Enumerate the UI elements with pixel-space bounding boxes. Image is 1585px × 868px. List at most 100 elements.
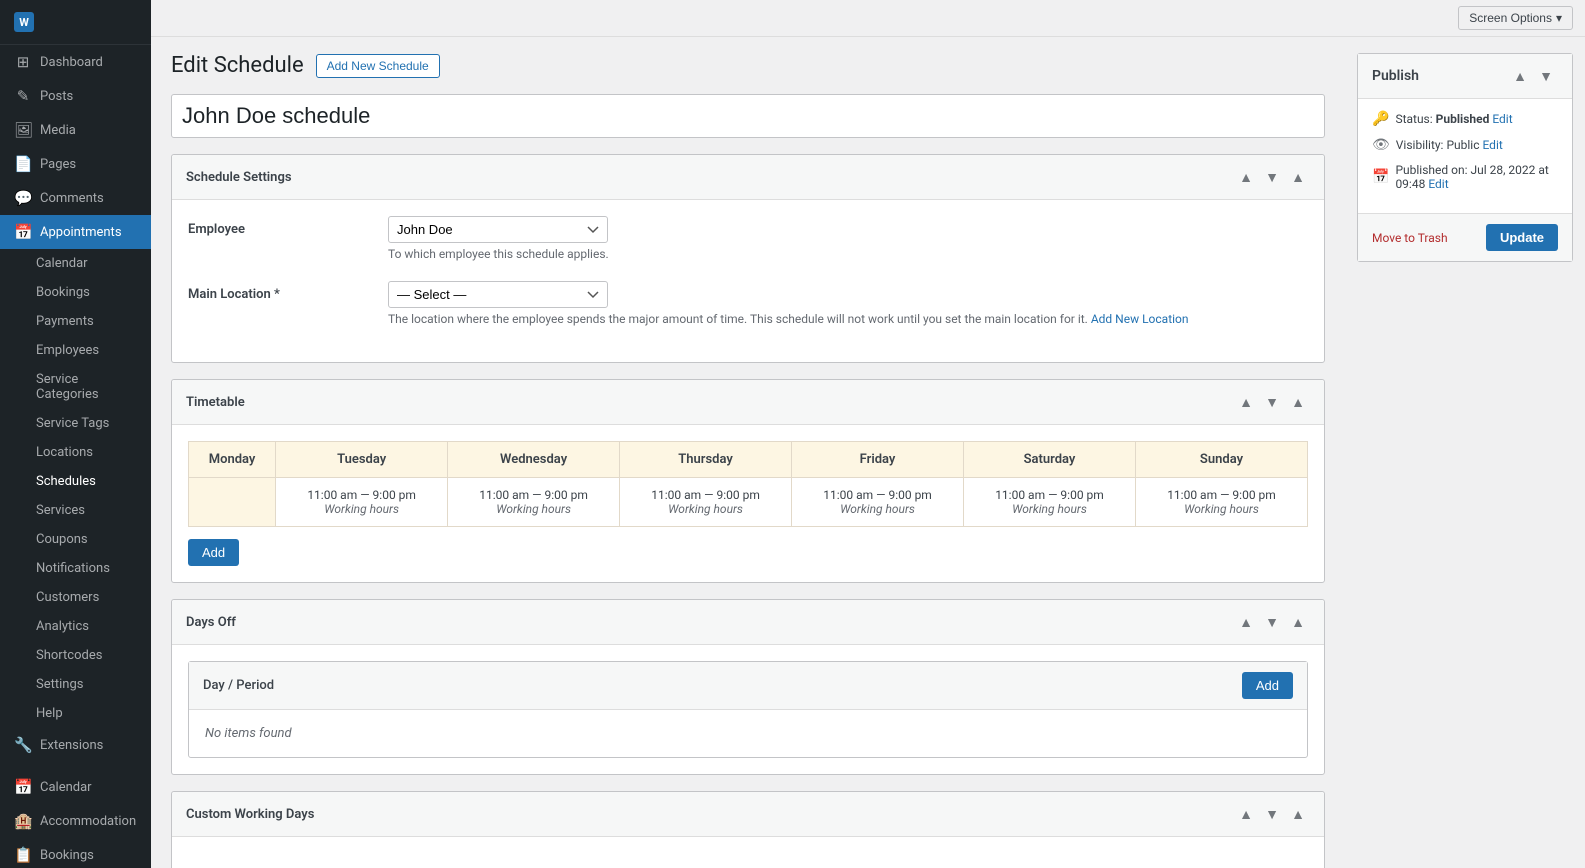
schedule-settings-collapse-up[interactable]: ▲ bbox=[1234, 165, 1258, 189]
posts-icon: ✎ bbox=[14, 87, 32, 105]
sidebar-item-dashboard[interactable]: ⊞ Dashboard bbox=[0, 45, 151, 79]
main-location-select[interactable]: — Select — bbox=[388, 281, 608, 308]
sidebar-sub-payments[interactable]: Payments bbox=[0, 307, 151, 336]
service-tags-sub-label: Service Tags bbox=[36, 416, 109, 431]
days-off-empty-message: No items found bbox=[189, 710, 1307, 757]
sidebar-item-posts[interactable]: ✎ Posts bbox=[0, 79, 151, 113]
sidebar-sub-coupons[interactable]: Coupons bbox=[0, 525, 151, 554]
timetable-add-button[interactable]: Add bbox=[188, 539, 239, 566]
day-header-sunday: Sunday bbox=[1135, 442, 1307, 478]
status-row: 🔑 Status: Published Edit bbox=[1372, 111, 1558, 127]
days-off-table: Day / Period Add No items found bbox=[188, 661, 1308, 758]
days-off-add-button[interactable]: Add bbox=[1242, 672, 1293, 699]
status-icon: 🔑 bbox=[1372, 111, 1389, 127]
published-on-row: 📅 Published on: Jul 28, 2022 at 09:48 Ed… bbox=[1372, 163, 1558, 191]
timetable-toggle[interactable]: ▲ bbox=[1286, 390, 1310, 414]
custom-working-days-header: Custom Working Days ▲ ▼ ▲ bbox=[172, 792, 1324, 837]
sidebar: W ⊞ Dashboard ✎ Posts 🖼 Media 📄 Pages 💬 … bbox=[0, 0, 151, 868]
day-header-monday: Monday bbox=[189, 442, 276, 478]
publish-panel-title: Publish bbox=[1372, 68, 1419, 84]
days-off-title: Days Off bbox=[186, 615, 1234, 630]
timetable-collapse-down[interactable]: ▼ bbox=[1260, 390, 1284, 414]
schedule-title-input[interactable] bbox=[171, 94, 1325, 138]
sidebar-sub-customers[interactable]: Customers bbox=[0, 583, 151, 612]
update-button[interactable]: Update bbox=[1486, 224, 1558, 251]
wednesday-type: Working hours bbox=[456, 502, 611, 516]
sidebar-item-label: Appointments bbox=[40, 225, 122, 240]
tuesday-type: Working hours bbox=[284, 502, 439, 516]
visibility-edit-link[interactable]: Edit bbox=[1482, 138, 1502, 152]
screen-options-button[interactable]: Screen Options ▾ bbox=[1458, 6, 1573, 30]
locations-sub-label: Locations bbox=[36, 445, 93, 460]
move-to-trash-link[interactable]: Move to Trash bbox=[1372, 231, 1448, 245]
extensions-label: Extensions bbox=[40, 738, 103, 753]
sidebar-item-extensions[interactable]: 🔧 Extensions bbox=[0, 728, 151, 762]
days-off-panel: Days Off ▲ ▼ ▲ Day / Period Add No items… bbox=[171, 599, 1325, 775]
days-off-column-label: Day / Period bbox=[203, 678, 274, 693]
sidebar-sub-service-categories[interactable]: Service Categories bbox=[0, 365, 151, 409]
top-bar: Screen Options ▾ bbox=[151, 0, 1585, 37]
publish-body: 🔑 Status: Published Edit 👁 Visibility: P… bbox=[1358, 99, 1572, 213]
wednesday-hours: 11:00 am — 9:00 pm bbox=[456, 488, 611, 502]
content-area: Edit Schedule Add New Schedule Schedule … bbox=[151, 37, 1585, 868]
coupons-sub-label: Coupons bbox=[36, 532, 88, 547]
add-new-location-link[interactable]: Add New Location bbox=[1091, 312, 1189, 326]
schedules-sub-label: Schedules bbox=[36, 474, 96, 489]
sidebar-sub-notifications[interactable]: Notifications bbox=[0, 554, 151, 583]
sidebar-sub-services[interactable]: Services bbox=[0, 496, 151, 525]
employee-select[interactable]: John Doe bbox=[388, 216, 608, 243]
timetable-title: Timetable bbox=[186, 395, 1234, 410]
sidebar-item-comments[interactable]: 💬 Comments bbox=[0, 181, 151, 215]
day-header-tuesday: Tuesday bbox=[276, 442, 448, 478]
payments-sub-label: Payments bbox=[36, 314, 94, 329]
custom-working-days-collapse-up[interactable]: ▲ bbox=[1234, 802, 1258, 826]
publish-collapse-up[interactable]: ▲ bbox=[1508, 64, 1532, 88]
days-off-controls: ▲ ▼ ▲ bbox=[1234, 610, 1310, 634]
sidebar-item-accommodation[interactable]: 🏨 Accommodation bbox=[0, 804, 151, 838]
sidebar-sub-analytics[interactable]: Analytics bbox=[0, 612, 151, 641]
friday-type: Working hours bbox=[800, 502, 955, 516]
friday-cell: 11:00 am — 9:00 pm Working hours bbox=[792, 478, 964, 527]
pages-icon: 📄 bbox=[14, 155, 32, 173]
wednesday-cell: 11:00 am — 9:00 pm Working hours bbox=[448, 478, 620, 527]
add-new-schedule-button[interactable]: Add New Schedule bbox=[316, 54, 440, 78]
schedule-settings-collapse-down[interactable]: ▼ bbox=[1260, 165, 1284, 189]
days-off-toggle[interactable]: ▲ bbox=[1286, 610, 1310, 634]
sidebar-item-media[interactable]: 🖼 Media bbox=[0, 113, 151, 147]
accommodation-label: Accommodation bbox=[40, 814, 136, 829]
main-location-field: — Select — The location where the employ… bbox=[388, 281, 1308, 326]
sidebar-sub-settings[interactable]: Settings bbox=[0, 670, 151, 699]
accommodation-icon: 🏨 bbox=[14, 812, 32, 830]
sidebar-item-bookings2[interactable]: 📋 Bookings bbox=[0, 838, 151, 868]
schedule-settings-controls: ▲ ▼ ▲ bbox=[1234, 165, 1310, 189]
sidebar-sub-help[interactable]: Help bbox=[0, 699, 151, 728]
days-off-header: Days Off ▲ ▼ ▲ bbox=[172, 600, 1324, 645]
days-off-collapse-down[interactable]: ▼ bbox=[1260, 610, 1284, 634]
sidebar-item-appointments[interactable]: 📅 Appointments bbox=[0, 215, 151, 249]
sidebar-sub-bookings[interactable]: Bookings bbox=[0, 278, 151, 307]
published-on-edit-link[interactable]: Edit bbox=[1428, 177, 1448, 191]
sidebar-sub-schedules[interactable]: Schedules bbox=[0, 467, 151, 496]
employees-sub-label: Employees bbox=[36, 343, 99, 358]
saturday-type: Working hours bbox=[972, 502, 1127, 516]
customers-sub-label: Customers bbox=[36, 590, 99, 605]
schedule-settings-toggle[interactable]: ▲ bbox=[1286, 165, 1310, 189]
comments-icon: 💬 bbox=[14, 189, 32, 207]
status-edit-link[interactable]: Edit bbox=[1492, 112, 1512, 126]
sidebar-item-pages[interactable]: 📄 Pages bbox=[0, 147, 151, 181]
sidebar-sub-service-tags[interactable]: Service Tags bbox=[0, 409, 151, 438]
sidebar-sub-employees[interactable]: Employees bbox=[0, 336, 151, 365]
sidebar-item-calendar2[interactable]: 📅 Calendar bbox=[0, 770, 151, 804]
custom-working-days-collapse-down[interactable]: ▼ bbox=[1260, 802, 1284, 826]
timetable-collapse-up[interactable]: ▲ bbox=[1234, 390, 1258, 414]
saturday-hours: 11:00 am — 9:00 pm bbox=[972, 488, 1127, 502]
publish-collapse-down[interactable]: ▼ bbox=[1534, 64, 1558, 88]
custom-working-days-toggle[interactable]: ▲ bbox=[1286, 802, 1310, 826]
timetable-panel: Timetable ▲ ▼ ▲ Monday Tuesday Wednes bbox=[171, 379, 1325, 583]
schedule-settings-title: Schedule Settings bbox=[186, 170, 1234, 185]
sidebar-sub-shortcodes[interactable]: Shortcodes bbox=[0, 641, 151, 670]
sidebar-sub-calendar[interactable]: Calendar bbox=[0, 249, 151, 278]
days-off-collapse-up[interactable]: ▲ bbox=[1234, 610, 1258, 634]
main-location-row: Main Location * — Select — The location … bbox=[188, 281, 1308, 326]
sidebar-sub-locations[interactable]: Locations bbox=[0, 438, 151, 467]
